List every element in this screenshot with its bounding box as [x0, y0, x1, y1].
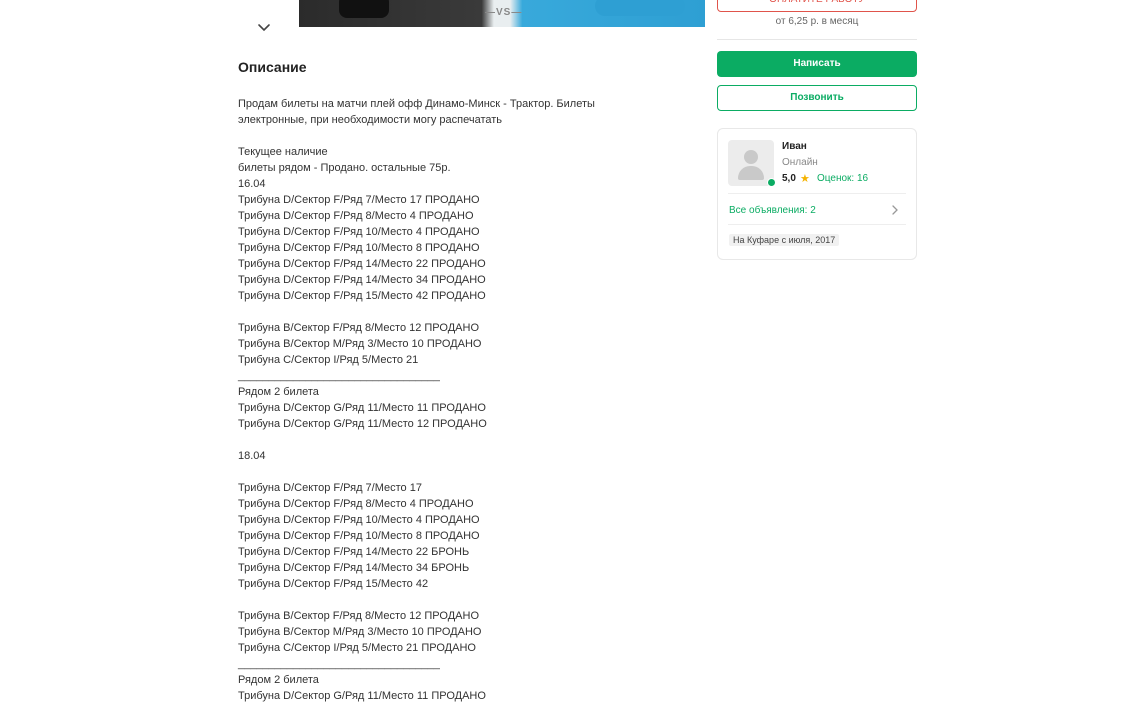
- chevron-right-icon[interactable]: [890, 203, 900, 215]
- description-body: Продам билеты на матчи плей офф Динамо-М…: [238, 98, 595, 702]
- call-button[interactable]: Позвонить: [717, 85, 917, 111]
- listing-image-banner[interactable]: —VS—: [299, 0, 705, 27]
- price-note: от 6,25 р. в месяц: [775, 16, 859, 27]
- member-since-badge: На Куфаре с июля, 2017: [729, 234, 840, 246]
- seller-status: Онлайн: [782, 157, 818, 168]
- chevron-down-icon[interactable]: [255, 20, 273, 36]
- seller-name[interactable]: Иван: [782, 141, 807, 152]
- seller-rating: 5,0: [782, 173, 796, 184]
- all-ads-link[interactable]: Все объявления: 2: [729, 205, 816, 216]
- divider: [717, 39, 917, 40]
- description-title: Описание: [238, 59, 307, 75]
- star-icon: ★: [800, 173, 810, 185]
- seller-reviews-link[interactable]: Оценок: 16: [817, 173, 868, 184]
- team-logo-right: [595, 0, 685, 16]
- divider: [728, 224, 906, 225]
- team-logo-left: [339, 0, 389, 18]
- promote-button[interactable]: ОПЛАТИТЕ РАБОТУ: [717, 0, 917, 12]
- versus-label: —VS—: [485, 7, 523, 18]
- seller-card: Иван Онлайн 5,0 ★ Оценок: 16 Все объявле…: [717, 128, 917, 260]
- online-indicator: [767, 178, 776, 187]
- divider: [728, 193, 906, 194]
- write-message-button[interactable]: Написать: [717, 51, 917, 77]
